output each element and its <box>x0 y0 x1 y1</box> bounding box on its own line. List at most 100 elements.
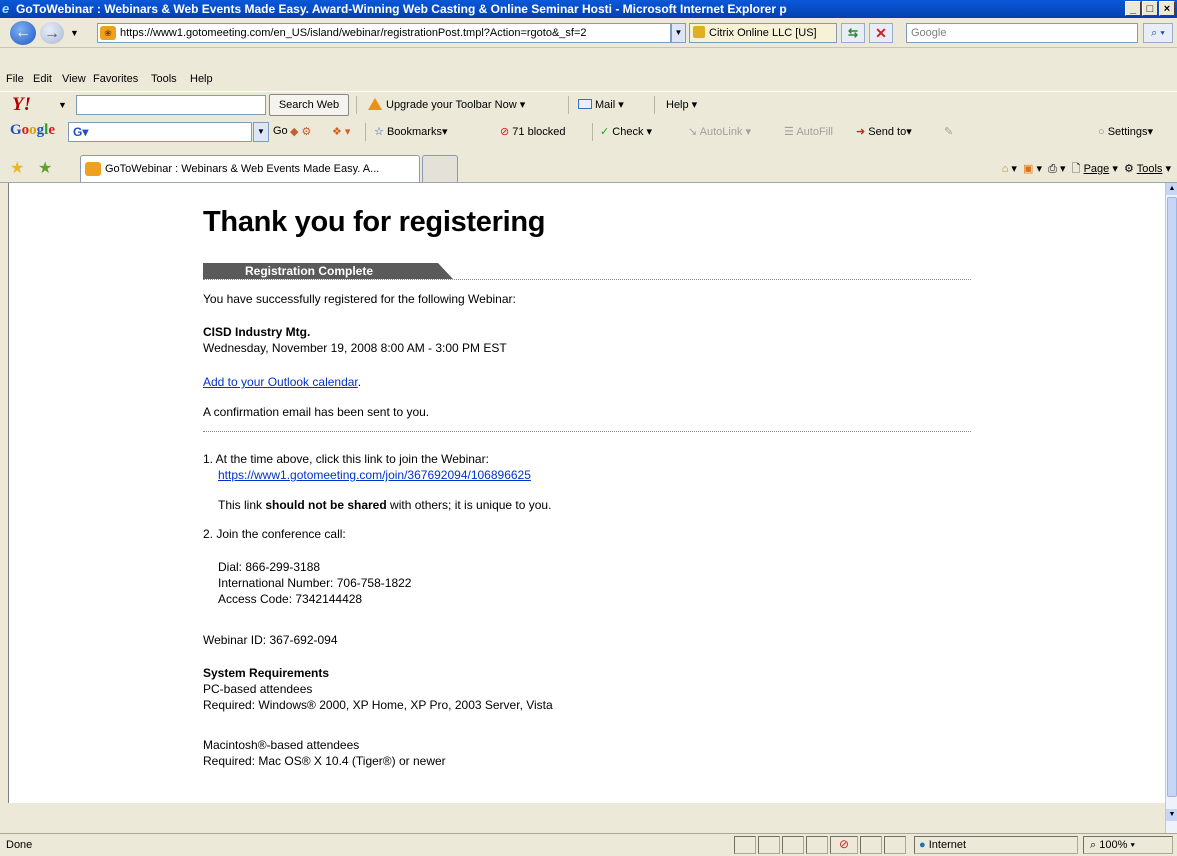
mac-attendees-label: Macintosh®-based attendees <box>203 738 360 752</box>
zoom-button[interactable]: ⌕ 100% ▾ <box>1083 836 1173 854</box>
history-dropdown-icon[interactable]: ▼ <box>70 28 79 38</box>
upgrade-toolbar-button[interactable]: Upgrade your Toolbar Now ▾ <box>368 98 525 111</box>
warning-icon <box>368 98 382 110</box>
mail-icon <box>578 99 592 109</box>
mac-requirements: Required: Mac OS® X 10.4 (Tiger®) or new… <box>203 754 446 768</box>
popup-blocker-button[interactable]: ⊘ 71 blocked <box>500 125 566 138</box>
spellcheck-button[interactable]: ✓ Check ▾ <box>600 125 652 138</box>
page-icon: 🗋 <box>1071 163 1081 175</box>
yahoo-logo[interactable]: Y! <box>12 94 31 116</box>
outlook-period: . <box>357 375 362 389</box>
minimize-button[interactable]: _ <box>1125 1 1141 16</box>
window-title-bar: e GoToWebinar : Webinars & Web Events Ma… <box>0 0 1177 18</box>
pagerank-icon[interactable]: ◆ ⚙ <box>290 125 311 138</box>
divider <box>203 279 971 280</box>
refresh-button[interactable]: ⇆ <box>841 23 865 43</box>
outlook-line: Add to your Outlook calendar. <box>203 375 361 389</box>
share-pre: This link <box>218 498 266 512</box>
zone-indicator: ● Internet <box>914 836 1078 854</box>
new-tab-button[interactable] <box>422 155 458 182</box>
settings-label: Settings <box>1107 126 1148 138</box>
share-post: with others; it is unique to you. <box>386 498 552 512</box>
pc-requirements: Required: Windows® 2000, XP Home, XP Pro… <box>203 698 553 712</box>
outlook-calendar-link[interactable]: Add to your Outlook calendar <box>203 375 358 389</box>
scroll-down-icon[interactable]: ▼ <box>1166 809 1177 821</box>
menu-bar: File Edit View Favorites Tools Help <box>0 69 1177 89</box>
yahoo-search-button[interactable]: Search Web <box>269 94 349 116</box>
settings-button[interactable]: ○ Settings▾ <box>1098 125 1153 138</box>
scrollbar-thumb[interactable] <box>1167 197 1177 797</box>
menu-favorites[interactable]: Favorites <box>93 73 138 85</box>
autolink-button[interactable]: ↘ AutoLink ▾ <box>688 125 751 138</box>
globe-icon: ● <box>919 839 926 851</box>
certificate-label: Citrix Online LLC [US] <box>709 27 817 39</box>
tab-label: GoToWebinar : Webinars & Web Events Made… <box>105 163 380 175</box>
webinar-time: Wednesday, November 19, 2008 8:00 AM - 3… <box>203 341 507 355</box>
menu-tools[interactable]: Tools <box>151 73 177 85</box>
menu-view[interactable]: View <box>62 73 86 85</box>
step-2-text: 2. Join the conference call: <box>203 527 346 541</box>
sendto-icon: ➜ <box>856 126 866 138</box>
bookmarks-button[interactable]: ☆ Bookmarks▾ <box>374 125 448 138</box>
menu-edit[interactable]: Edit <box>33 73 52 85</box>
popup-icon[interactable]: ❖ ▾ <box>332 125 350 138</box>
yahoo-search-input[interactable] <box>76 95 266 115</box>
tab-gotowebinar[interactable]: GoToWebinar : Webinars & Web Events Made… <box>80 155 420 182</box>
page-menu[interactable]: 🗋 Page ▾ <box>1072 163 1118 175</box>
google-logo[interactable]: Google <box>10 122 55 139</box>
google-search-input[interactable]: G▾ <box>68 122 252 142</box>
search-input[interactable]: Google <box>906 23 1138 43</box>
join-webinar-link[interactable]: https://www1.gotomeeting.com/join/367692… <box>218 468 531 482</box>
address-input[interactable]: ❀ https://www1.gotomeeting.com/en_US/isl… <box>97 23 671 43</box>
security-certificate[interactable]: Citrix Online LLC [US] <box>689 23 837 43</box>
forward-button[interactable]: → <box>40 22 64 44</box>
google-search-dropdown[interactable]: ▼ <box>253 122 269 142</box>
feeds-icon[interactable]: ▣ <box>1023 163 1033 175</box>
upgrade-toolbar-label: Upgrade your Toolbar Now <box>386 99 517 111</box>
separator <box>568 96 569 114</box>
zone-label: Internet <box>928 839 967 851</box>
menu-help[interactable]: Help <box>190 73 213 85</box>
tools-menu[interactable]: ⚙ Tools ▾ <box>1124 163 1171 175</box>
autofill-button[interactable]: ☰ AutoFill <box>784 125 833 138</box>
search-button[interactable]: ⌕ ▾ <box>1143 23 1173 43</box>
favorites-center-icon[interactable]: ★ <box>10 158 24 178</box>
divider <box>203 431 971 432</box>
add-favorites-icon[interactable]: ★ <box>38 158 52 178</box>
tab-row: ★ ★ GoToWebinar : Webinars & Web Events … <box>0 151 1177 183</box>
mail-button[interactable]: Mail ▾ <box>578 98 624 111</box>
address-dropdown-button[interactable]: ▼ <box>671 23 686 43</box>
help-button[interactable]: Help ▾ <box>666 98 697 111</box>
scroll-up-icon[interactable]: ▲ <box>1166 183 1177 195</box>
tools-label: Tools <box>1136 163 1163 175</box>
back-button[interactable]: ← <box>10 21 36 45</box>
autolink-label: AutoLink <box>699 126 743 138</box>
privacy-icon[interactable]: ⊘ <box>830 836 858 854</box>
page-title: Thank you for registering <box>203 206 546 238</box>
webinar-id: Webinar ID: 367-692-094 <box>203 633 338 647</box>
system-requirements-title: System Requirements <box>203 666 330 680</box>
webinar-name: CISD Industry Mtg. <box>203 325 311 339</box>
tab-favicon-icon <box>85 162 101 176</box>
sendto-label: Send to <box>868 126 907 138</box>
spellcheck-icon: ✓ <box>600 126 610 138</box>
share-warning: This link should not be shared with othe… <box>218 498 551 512</box>
maximize-button[interactable]: □ <box>1142 1 1158 16</box>
print-icon[interactable]: ⎙ <box>1048 163 1057 175</box>
access-code: Access Code: 7342144428 <box>218 592 363 606</box>
status-pane <box>884 836 906 854</box>
sendto-button[interactable]: ➜ Send to▾ <box>856 125 912 138</box>
highlight-icon[interactable]: ✎ <box>944 125 953 138</box>
block-icon: ⊘ <box>500 126 510 138</box>
vertical-scrollbar[interactable]: ▲ ▼ <box>1165 183 1177 833</box>
pc-attendees-label: PC-based attendees <box>203 682 313 696</box>
close-button[interactable]: × <box>1159 1 1175 16</box>
google-go-button[interactable]: Go <box>273 125 288 137</box>
star-icon: ☆ <box>374 126 384 138</box>
registration-complete-band: Registration Complete <box>203 263 453 279</box>
status-pane <box>734 836 756 854</box>
stop-button[interactable]: ✕ <box>869 23 893 43</box>
menu-file[interactable]: File <box>6 73 24 85</box>
yahoo-dropdown-icon[interactable]: ▼ <box>58 100 67 110</box>
home-icon[interactable]: ⌂ <box>1002 163 1009 175</box>
